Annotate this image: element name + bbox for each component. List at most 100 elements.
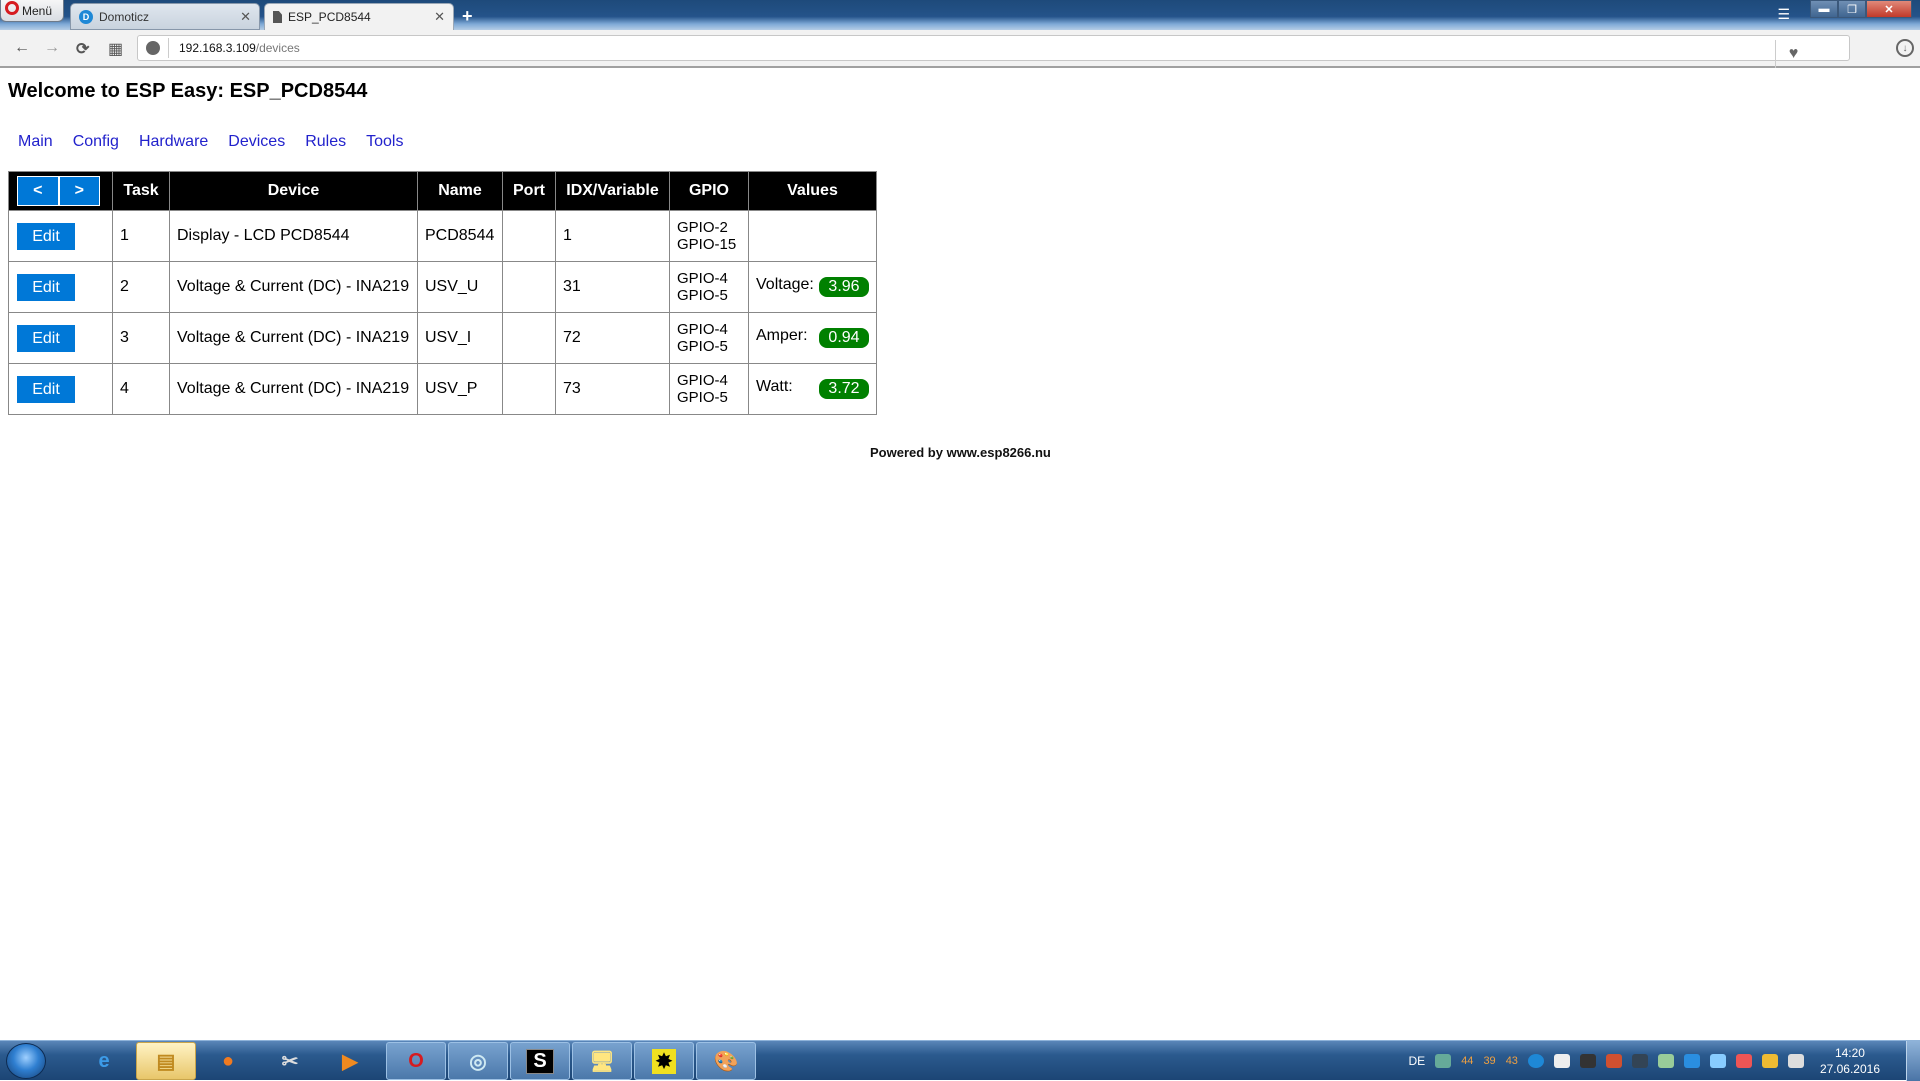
language-indicator[interactable]: DE [1409,1054,1426,1068]
gpio-pin: GPIO-4 [677,372,728,389]
url-path: /devices [255,41,300,55]
reload-icon[interactable]: ⟳ [76,39,89,59]
show-desktop-button[interactable] [1906,1041,1920,1081]
tab-esp-pcd8544[interactable]: ESP_PCD8544 ✕ [264,3,454,30]
remote-desktop-icon[interactable]: 🖥 [572,1042,632,1080]
internet-explorer-icon[interactable]: e [74,1042,134,1080]
clock[interactable]: 14:20 27.06.2016 [1820,1045,1880,1077]
gpio-pin: GPIO-4 [677,270,728,287]
header-values: Values [748,171,877,211]
update-tray-icon[interactable] [1553,1054,1570,1068]
tray-number-1: 44 [1461,1055,1474,1067]
prev-page-button[interactable]: < [18,177,58,205]
minimize-button[interactable]: ▬ [1810,0,1838,18]
speaker-muted-icon[interactable] [1605,1054,1622,1068]
values-cell [748,210,877,262]
edit-button[interactable]: Edit [17,222,75,250]
domoticz-icon: D [79,9,93,24]
snipping-tool-icon[interactable]: ✂ [260,1042,320,1080]
download-icon[interactable]: ↓ [1896,39,1914,57]
tab-domoticz[interactable]: D Domoticz ✕ [70,3,260,30]
pager: < > [17,176,100,206]
gpio-pin: GPIO-5 [677,338,728,355]
close-tab-icon[interactable]: ✕ [240,9,251,25]
clock-date: 27.06.2016 [1819,1062,1880,1076]
close-window-button[interactable]: ✕ [1866,0,1912,18]
tab-menu-icon[interactable]: ☰ [1777,6,1790,23]
idx-cell: 1 [555,210,670,262]
edit-button[interactable]: Edit [17,324,75,352]
tray-number-3: 43 [1505,1055,1518,1067]
name-cell: USV_P [417,363,503,415]
clock-time: 14:20 [1834,1046,1865,1060]
task-cell: 3 [112,312,170,364]
values-cell: Voltage: 3.96 [748,261,877,313]
edit-button[interactable]: Edit [17,273,75,301]
menu-hardware[interactable]: Hardware [139,133,208,151]
forward-icon[interactable]: → [44,39,60,57]
opera-icon[interactable]: O [386,1042,446,1080]
name-cell: PCD8544 [417,210,503,262]
monitor-tray-icon[interactable] [1631,1054,1648,1068]
bookmark-heart-icon[interactable]: ♥ [1775,40,1811,68]
header-gpio: GPIO [669,171,749,211]
paint-icon[interactable]: 🎨 [696,1042,756,1080]
gpio-cell: GPIO-4 GPIO-5 [669,261,749,313]
network-tool-icon[interactable]: ◎ [448,1042,508,1080]
backup-tray-icon[interactable] [1657,1054,1674,1068]
menu-rules[interactable]: Rules [305,133,346,151]
navigation-bar: ← → ⟳ ▦ 192.168.3.109/devices ♥ ↓ [0,30,1920,68]
menu-main[interactable]: Main [18,133,53,151]
media-player-icon[interactable]: ▶ [320,1042,380,1080]
scheduler-tray-icon[interactable] [1709,1054,1726,1068]
volume-icon[interactable] [1787,1054,1804,1068]
safely-remove-icon[interactable] [1435,1054,1452,1068]
next-page-button[interactable]: > [57,177,99,205]
domoticz-tray-icon[interactable] [1527,1054,1544,1068]
tray-number-2: 39 [1483,1055,1496,1067]
action-center-icon[interactable] [1735,1054,1752,1068]
address-bar[interactable]: 192.168.3.109/devices ♥ [137,35,1850,68]
speed-dial-icon[interactable]: ▦ [108,39,123,59]
menu-tools[interactable]: Tools [366,133,403,151]
network-warning-icon[interactable] [1761,1054,1778,1068]
window-controls: ▬ ❐ ✕ [1810,0,1912,18]
value-cell: Watt: 3.72 [756,378,869,399]
name-cell: USV_I [417,312,503,364]
edit-cell: Edit [8,261,113,313]
file-explorer-icon[interactable]: ▤ [136,1042,196,1080]
system-tray: DE 44 39 43 14:20 27.06.2016 [1409,1041,1880,1081]
value-cell: Voltage: 3.96 [756,276,869,297]
header-name: Name [417,171,503,211]
maximize-button[interactable]: ❐ [1838,0,1866,18]
value-label: Voltage: [756,276,814,293]
task-cell: 1 [112,210,170,262]
firefox-icon[interactable]: ● [198,1042,258,1080]
edit-button[interactable]: Edit [17,375,75,403]
teamviewer-tray-icon[interactable] [1683,1054,1700,1068]
menu-devices[interactable]: Devices [228,133,285,151]
header-task: Task [112,171,170,211]
back-icon[interactable]: ← [14,39,30,57]
port-cell [502,210,556,262]
device-cell: Voltage & Current (DC) - INA219 [169,312,418,364]
gpio-cell: GPIO-4 GPIO-5 [669,312,749,364]
menu-config[interactable]: Config [73,133,119,151]
start-button[interactable] [6,1043,46,1079]
opera-menu-button[interactable]: Menü [0,0,64,22]
tab-title: ESP_PCD8544 [288,10,371,24]
gpio-cell: GPIO-2 GPIO-15 [669,210,749,262]
value-label: Amper: [756,327,808,344]
port-cell [502,363,556,415]
yellow-app-icon[interactable]: ✸ [634,1042,694,1080]
close-tab-icon[interactable]: ✕ [434,9,445,25]
s-app-icon[interactable]: S [510,1042,570,1080]
site-info-icon[interactable] [146,41,160,55]
table-row: Edit 3 Voltage & Current (DC) - INA219 USV_… [8,312,877,364]
gpio-pin: GPIO-4 [677,321,728,338]
main-menu: Main Config Hardware Devices Rules Tools [18,133,403,151]
menu-label: Menü [22,3,53,18]
usb-tray-icon[interactable] [1579,1054,1596,1068]
table-row: Edit 2 Voltage & Current (DC) - INA219 USV_… [8,261,877,313]
new-tab-button[interactable]: + [462,6,473,27]
